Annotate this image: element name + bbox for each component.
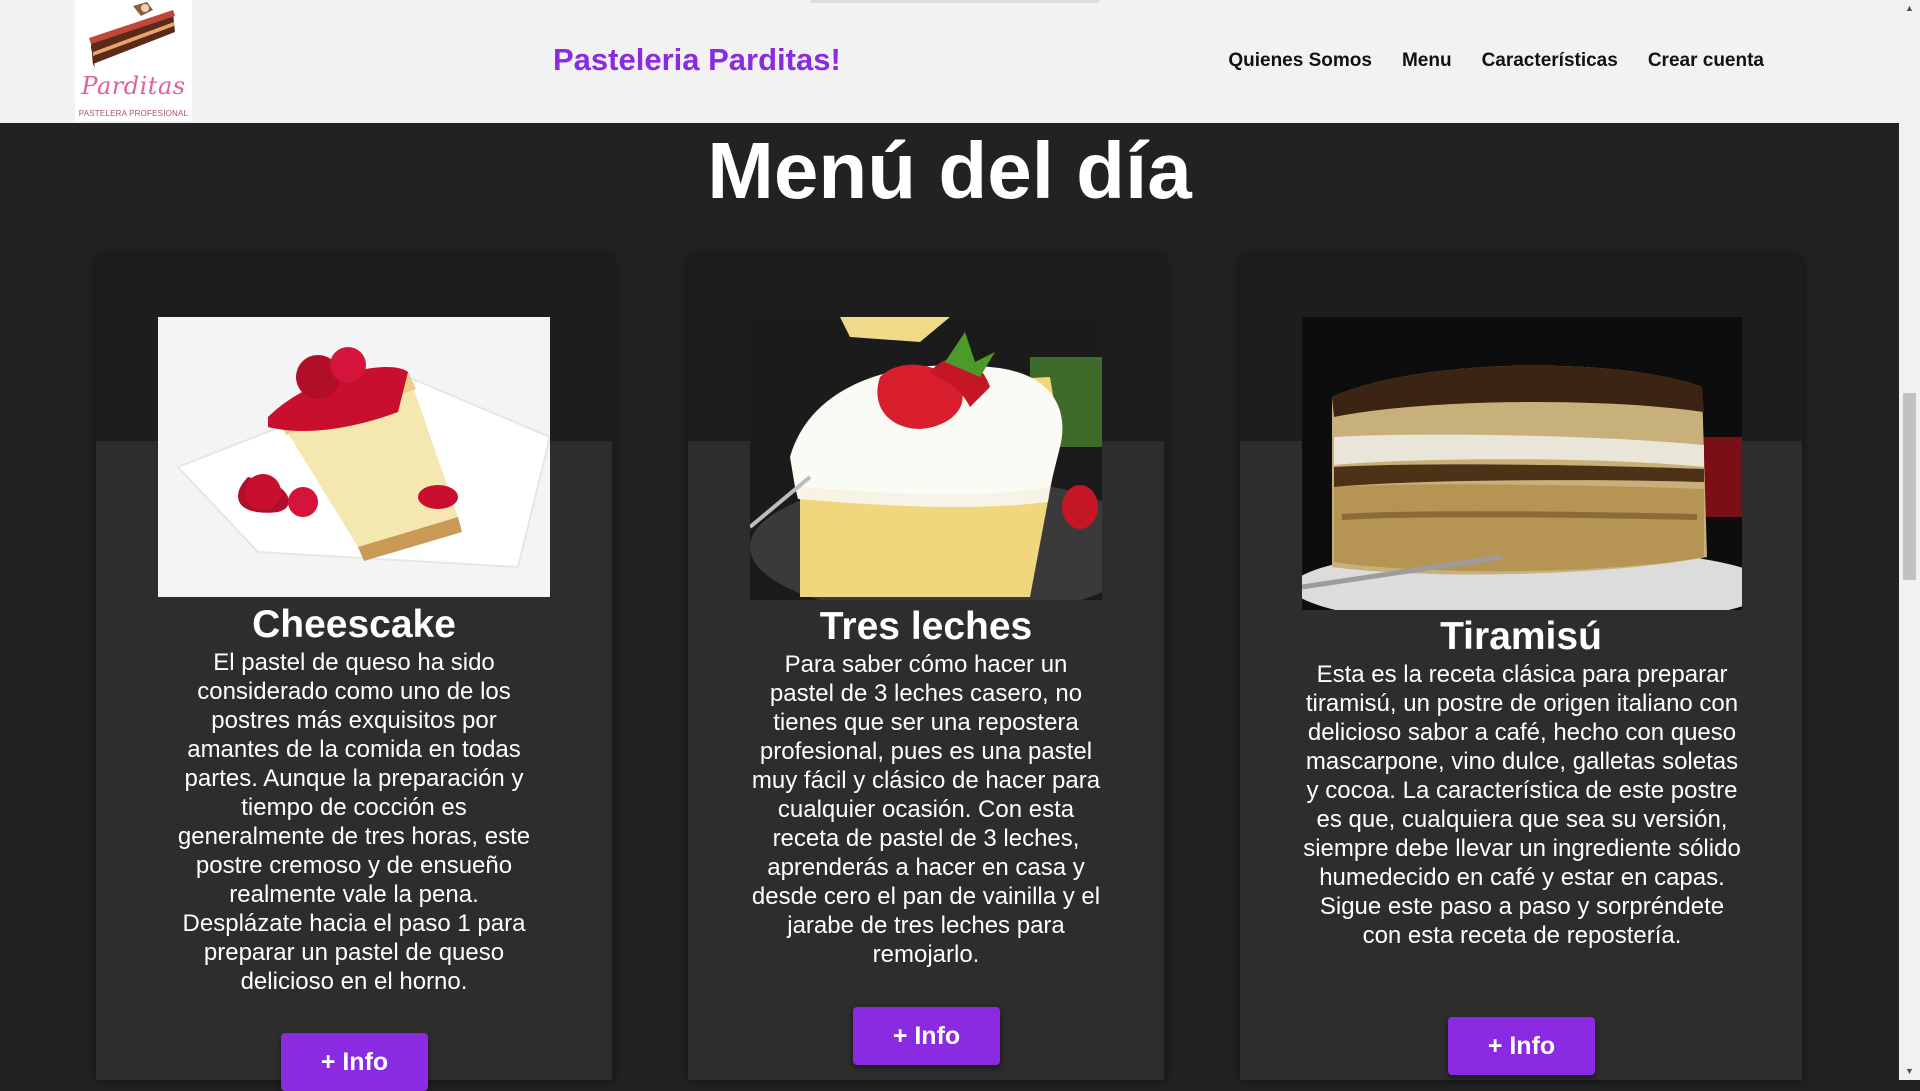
site-logo[interactable]: Parditas PASTELERA PROFESIONAL [75, 0, 192, 121]
card-description: El pastel de queso ha sido considerado c… [177, 649, 531, 995]
menu-card-cheesecake: Cheescake El pastel de queso ha sido con… [96, 255, 612, 1091]
card-title: Cheescake [252, 603, 456, 646]
main-nav: Quienes Somos Menu Características Crear… [1198, 50, 1764, 72]
more-info-button[interactable]: + Info [853, 1007, 1000, 1065]
cake-slice-icon [89, 2, 175, 68]
card-title: Tiramisú [1440, 615, 1602, 658]
scroll-down-arrow-icon[interactable]: ▼ [1899, 1063, 1920, 1080]
logo-tagline: PASTELERA PROFESIONAL [78, 109, 189, 118]
menu-card-tiramisu: Tiramisú Esta es la receta clásica para … [1240, 255, 1802, 1080]
card-title: Tres leches [819, 605, 1033, 648]
nav-link-caracteristicas[interactable]: Características [1482, 50, 1618, 72]
card-description: Para saber cómo hacer un pastel de 3 lec… [751, 651, 1101, 968]
nav-link-crear-cuenta[interactable]: Crear cuenta [1648, 50, 1764, 72]
tres-leches-photo [750, 317, 1102, 600]
site-header: Parditas PASTELERA PROFESIONAL Pasteleri… [0, 0, 1899, 123]
menu-section-title: Menú del día [707, 126, 1192, 215]
card-description: Esta es la receta clásica para preparar … [1303, 661, 1741, 949]
header-top-divider [810, 0, 1100, 3]
more-info-button[interactable]: + Info [1448, 1017, 1595, 1075]
logo-wordmark: Parditas [81, 72, 186, 100]
more-info-button[interactable]: + Info [281, 1033, 428, 1091]
page-scrollbar[interactable]: ▲ ▼ [1899, 0, 1920, 1080]
nav-link-menu[interactable]: Menu [1402, 50, 1452, 72]
scroll-up-arrow-icon[interactable]: ▲ [1899, 0, 1920, 17]
tiramisu-photo [1302, 317, 1742, 610]
nav-link-quienes-somos[interactable]: Quienes Somos [1228, 50, 1372, 72]
scrollbar-thumb[interactable] [1903, 393, 1916, 580]
cheesecake-photo [158, 317, 550, 597]
brand-title[interactable]: Pasteleria Parditas! [553, 42, 841, 78]
menu-card-tres-leches: Tres leches Para saber cómo hacer un pas… [688, 255, 1164, 1080]
